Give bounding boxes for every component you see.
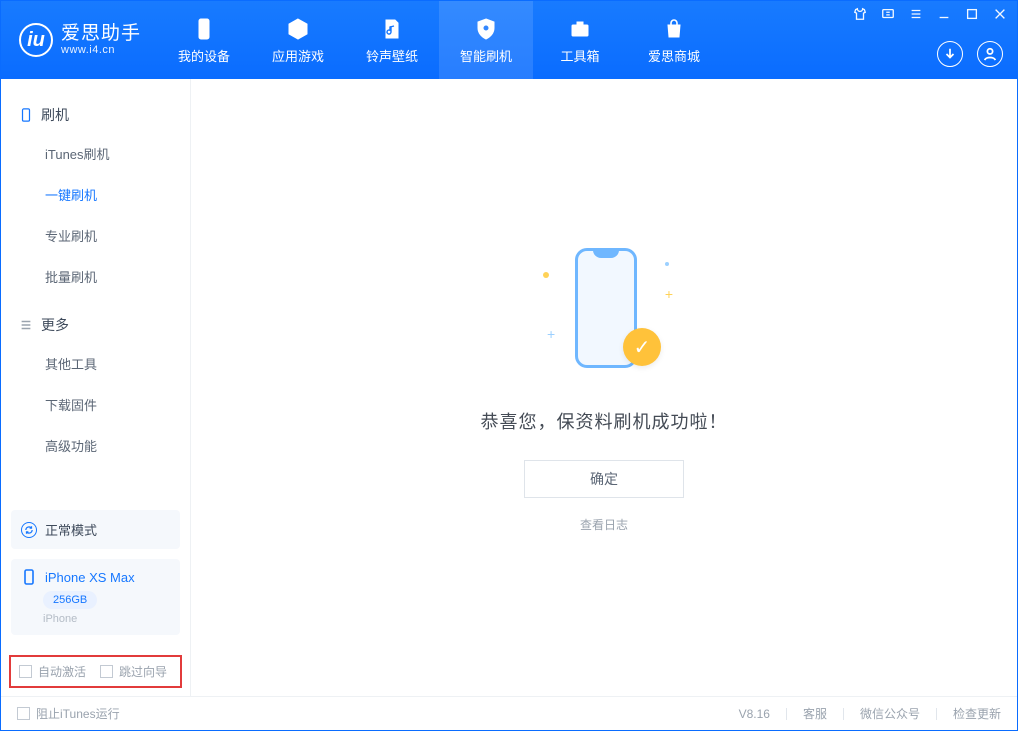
header-right-buttons: [937, 41, 1003, 67]
success-message: 恭喜您，保资料刷机成功啦！: [481, 408, 728, 434]
device-name: iPhone XS Max: [45, 570, 135, 585]
success-panel: ✓ + + 恭喜您，保资料刷机成功啦！ 确定 查看日志: [481, 242, 728, 533]
nav-toolbox[interactable]: 工具箱: [533, 1, 627, 79]
tshirt-icon[interactable]: [853, 7, 867, 21]
options-highlight-box: 自动激活 跳过向导: [9, 655, 182, 688]
checkbox-box-icon: [19, 665, 32, 678]
divider: [843, 708, 844, 720]
mode-card[interactable]: 正常模式: [11, 510, 180, 549]
auto-activate-label: 自动激活: [38, 663, 86, 680]
sidebar-scroll: 刷机 iTunes刷机 一键刷机 专业刷机 批量刷机 更多 其他工具 下载固件 …: [1, 79, 190, 510]
sidebar-item-download-fw[interactable]: 下载固件: [1, 384, 190, 425]
checkbox-block-itunes[interactable]: 阻止iTunes运行: [17, 705, 120, 722]
wechat-link[interactable]: 微信公众号: [860, 705, 920, 722]
device-outline-icon: [19, 108, 33, 122]
footer-right: V8.16 客服 微信公众号 检查更新: [739, 705, 1001, 722]
nav-flash-label: 智能刷机: [460, 46, 512, 65]
header: iu 爱思助手 www.i4.cn 我的设备 应用游戏 铃声壁纸 智能刷机: [1, 1, 1017, 79]
block-itunes-label: 阻止iTunes运行: [36, 705, 120, 722]
titlebar-controls: [853, 7, 1007, 21]
phone-icon: [191, 16, 217, 42]
maximize-button[interactable]: [965, 7, 979, 21]
divider: [786, 708, 787, 720]
nav-ringtone-label: 铃声壁纸: [366, 46, 418, 65]
checkbox-box-icon: [100, 665, 113, 678]
device-card[interactable]: iPhone XS Max 256GB iPhone: [11, 559, 180, 635]
app-subtitle: www.i4.cn: [61, 44, 141, 56]
checkbox-auto-activate[interactable]: 自动激活: [19, 663, 86, 680]
checkmark-badge-icon: ✓: [623, 328, 661, 366]
ok-button[interactable]: 确定: [524, 460, 684, 498]
sparkle-icon: [543, 272, 549, 278]
device-type: iPhone: [43, 613, 170, 625]
nav-ringtone[interactable]: 铃声壁纸: [345, 1, 439, 79]
shield-gear-icon: [473, 16, 499, 42]
sidebar-item-advanced[interactable]: 高级功能: [1, 425, 190, 466]
download-button[interactable]: [937, 41, 963, 67]
sidebar-item-itunes-flash[interactable]: iTunes刷机: [1, 133, 190, 174]
main-content: ✓ + + 恭喜您，保资料刷机成功啦！ 确定 查看日志: [191, 79, 1017, 696]
checkbox-skip-guide[interactable]: 跳过向导: [100, 663, 167, 680]
nav-apps[interactable]: 应用游戏: [251, 1, 345, 79]
body: 刷机 iTunes刷机 一键刷机 专业刷机 批量刷机 更多 其他工具 下载固件 …: [1, 79, 1017, 696]
success-illustration: ✓ + +: [529, 242, 679, 382]
top-nav: 我的设备 应用游戏 铃声壁纸 智能刷机 工具箱 爱思商城: [157, 1, 721, 79]
logo-area: iu 爱思助手 www.i4.cn: [1, 1, 157, 79]
close-button[interactable]: [993, 7, 1007, 21]
nav-store-label: 爱思商城: [648, 46, 700, 65]
device-capacity: 256GB: [43, 591, 97, 609]
sidebar-item-one-click-flash[interactable]: 一键刷机: [1, 174, 190, 215]
sidebar-group-flash-label: 刷机: [41, 105, 69, 125]
sidebar-group-more: 更多: [1, 307, 190, 343]
music-file-icon: [379, 16, 405, 42]
app-title: 爱思助手: [61, 24, 141, 45]
sidebar-item-batch-flash[interactable]: 批量刷机: [1, 256, 190, 297]
version-label: V8.16: [739, 707, 770, 721]
logo-text: 爱思助手 www.i4.cn: [61, 24, 141, 57]
app-logo-icon: iu: [19, 23, 53, 57]
divider: [936, 708, 937, 720]
refresh-icon: [21, 522, 37, 538]
menu-icon[interactable]: [909, 7, 923, 21]
sparkle-icon: [665, 262, 669, 266]
nav-device-label: 我的设备: [178, 46, 230, 65]
sparkle-icon: +: [547, 326, 555, 342]
check-update-link[interactable]: 检查更新: [953, 705, 1001, 722]
sidebar-bottom: 正常模式 iPhone XS Max 256GB iPhone: [1, 510, 190, 645]
sidebar-item-pro-flash[interactable]: 专业刷机: [1, 215, 190, 256]
toolbox-icon: [567, 16, 593, 42]
device-icon: [21, 569, 37, 585]
user-button[interactable]: [977, 41, 1003, 67]
footer: 阻止iTunes运行 V8.16 客服 微信公众号 检查更新: [1, 696, 1017, 730]
bag-icon: [661, 16, 687, 42]
sparkle-icon: +: [665, 286, 673, 302]
support-link[interactable]: 客服: [803, 705, 827, 722]
sidebar: 刷机 iTunes刷机 一键刷机 专业刷机 批量刷机 更多 其他工具 下载固件 …: [1, 79, 191, 696]
app-window: iu 爱思助手 www.i4.cn 我的设备 应用游戏 铃声壁纸 智能刷机: [0, 0, 1018, 731]
nav-device[interactable]: 我的设备: [157, 1, 251, 79]
nav-apps-label: 应用游戏: [272, 46, 324, 65]
sidebar-group-more-label: 更多: [41, 315, 69, 335]
view-log-link[interactable]: 查看日志: [580, 516, 628, 533]
sidebar-item-other-tools[interactable]: 其他工具: [1, 343, 190, 384]
mode-label: 正常模式: [45, 520, 97, 539]
checkbox-box-icon: [17, 707, 30, 720]
minimize-button[interactable]: [937, 7, 951, 21]
skip-guide-label: 跳过向导: [119, 663, 167, 680]
cube-icon: [285, 16, 311, 42]
sidebar-group-flash: 刷机: [1, 97, 190, 133]
nav-flash[interactable]: 智能刷机: [439, 1, 533, 79]
nav-store[interactable]: 爱思商城: [627, 1, 721, 79]
feedback-icon[interactable]: [881, 7, 895, 21]
nav-toolbox-label: 工具箱: [561, 46, 600, 65]
list-icon: [19, 318, 33, 332]
